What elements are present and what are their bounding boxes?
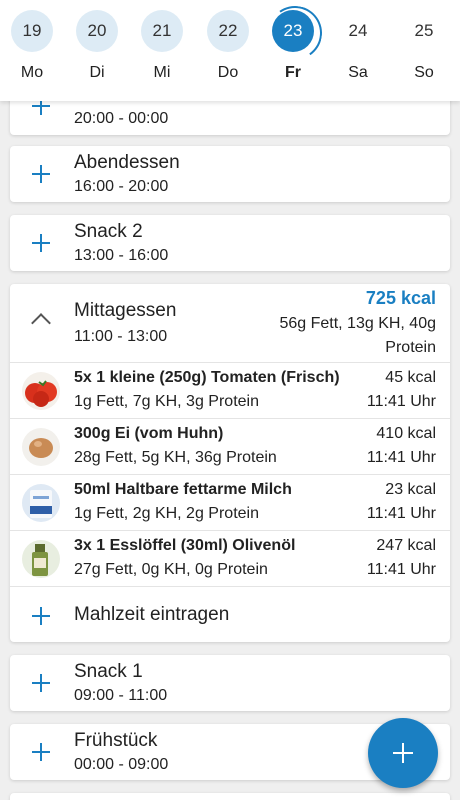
add-icon[interactable] (29, 231, 53, 255)
food-macros: 27g Fett, 0g KH, 0g Protein (74, 561, 268, 578)
meal-title: Snack 2 (74, 221, 143, 242)
day-label: Fr (285, 64, 301, 81)
day-number: 24 (348, 21, 368, 40)
day-number: 20 (76, 10, 118, 52)
meal-card-abendessen[interactable]: Abendessen 16:00 - 20:00 (10, 146, 450, 202)
meal-card-snack-1[interactable]: Snack 1 09:00 - 11:00 (10, 655, 450, 711)
day-label: So (414, 64, 434, 81)
day-number: 19 (11, 10, 53, 52)
chevron-up-icon[interactable] (31, 313, 51, 333)
food-item[interactable]: 3x 1 Esslöffel (30ml) Olivenöl 27g Fett,… (10, 530, 450, 586)
meal-card-next (10, 793, 450, 800)
add-meal-entry-button[interactable]: Mahlzeit eintragen (10, 586, 450, 642)
milk-icon (22, 484, 60, 522)
day-24[interactable]: 24 Sa (336, 10, 380, 82)
day-22[interactable]: 22 Do (206, 10, 250, 82)
meal-time: 16:00 - 20:00 (74, 178, 169, 195)
egg-icon (22, 428, 60, 466)
add-icon[interactable] (29, 671, 53, 695)
week-bar: 19 Mo 20 Di 21 Mi 22 Do 23 Fr 24 Sa 25 S… (0, 0, 460, 101)
food-time: 11:41 Uhr (366, 393, 436, 410)
meal-title: Snack 1 (74, 661, 143, 682)
food-item[interactable]: 300g Ei (vom Huhn) 28g Fett, 5g KH, 36g … (10, 418, 450, 474)
food-item[interactable]: 5x 1 kleine (250g) Tomaten (Frisch) 1g F… (10, 362, 450, 418)
food-name: 300g Ei (vom Huhn) (74, 425, 224, 442)
food-kcal: 247 kcal (376, 537, 436, 554)
add-meal-entry-label: Mahlzeit eintragen (74, 604, 230, 625)
add-icon[interactable] (29, 740, 53, 764)
food-name: 50ml Haltbare fettarme Milch (74, 481, 292, 498)
meal-time: 00:00 - 09:00 (74, 756, 169, 773)
food-time: 11:41 Uhr (366, 505, 436, 522)
food-kcal: 23 kcal (385, 481, 436, 498)
day-number: 22 (207, 10, 249, 52)
meal-time: 13:00 - 16:00 (74, 247, 169, 264)
day-label: Mi (153, 64, 171, 81)
day-number: 25 (414, 21, 434, 40)
day-19[interactable]: 19 Mo (10, 10, 54, 82)
day-21[interactable]: 21 Mi (140, 10, 184, 82)
meal-card-mittagessen: Mittagessen 11:00 - 13:00 725 kcal 56g F… (10, 284, 450, 642)
food-macros: 28g Fett, 5g KH, 36g Protein (74, 449, 277, 466)
meal-time: 20:00 - 00:00 (74, 110, 169, 127)
meal-title: Frühstück (74, 730, 158, 751)
food-macros: 1g Fett, 7g KH, 3g Protein (74, 393, 259, 410)
day-number: 21 (141, 10, 183, 52)
tomato-icon (22, 372, 60, 410)
day-label: Sa (348, 64, 368, 81)
meal-kcal-total: 725 kcal (365, 288, 436, 308)
day-23-selected[interactable]: 23 Fr (271, 10, 315, 82)
meal-card-snack-2[interactable]: Snack 2 13:00 - 16:00 (10, 215, 450, 271)
meal-time: 11:00 - 13:00 (74, 328, 168, 345)
day-label: Mo (20, 64, 44, 81)
day-label: Do (217, 64, 239, 81)
add-icon[interactable] (29, 162, 53, 186)
food-name: 5x 1 kleine (250g) Tomaten (Frisch) (74, 369, 340, 386)
food-time: 11:41 Uhr (366, 561, 436, 578)
day-25[interactable]: 25 So (402, 10, 446, 82)
meal-time: 09:00 - 11:00 (74, 687, 168, 704)
day-number: 23 (272, 10, 314, 52)
food-macros: 1g Fett, 2g KH, 2g Protein (74, 505, 259, 522)
food-item[interactable]: 50ml Haltbare fettarme Milch 1g Fett, 2g… (10, 474, 450, 530)
food-kcal: 410 kcal (376, 425, 436, 442)
day-20[interactable]: 20 Di (75, 10, 119, 82)
add-fab-button[interactable] (368, 718, 438, 788)
olive-oil-icon (22, 540, 60, 578)
meal-macros-total: 56g Fett, 13g KH, 40g Protein (279, 315, 436, 356)
food-time: 11:41 Uhr (366, 449, 436, 466)
food-kcal: 45 kcal (385, 369, 436, 386)
meal-title: Mittagessen (74, 300, 177, 321)
food-name: 3x 1 Esslöffel (30ml) Olivenöl (74, 537, 296, 554)
add-icon (29, 604, 53, 628)
day-label: Di (89, 64, 105, 81)
meal-header[interactable]: Mittagessen 11:00 - 13:00 725 kcal 56g F… (10, 284, 450, 362)
meal-title: Abendessen (74, 152, 180, 173)
